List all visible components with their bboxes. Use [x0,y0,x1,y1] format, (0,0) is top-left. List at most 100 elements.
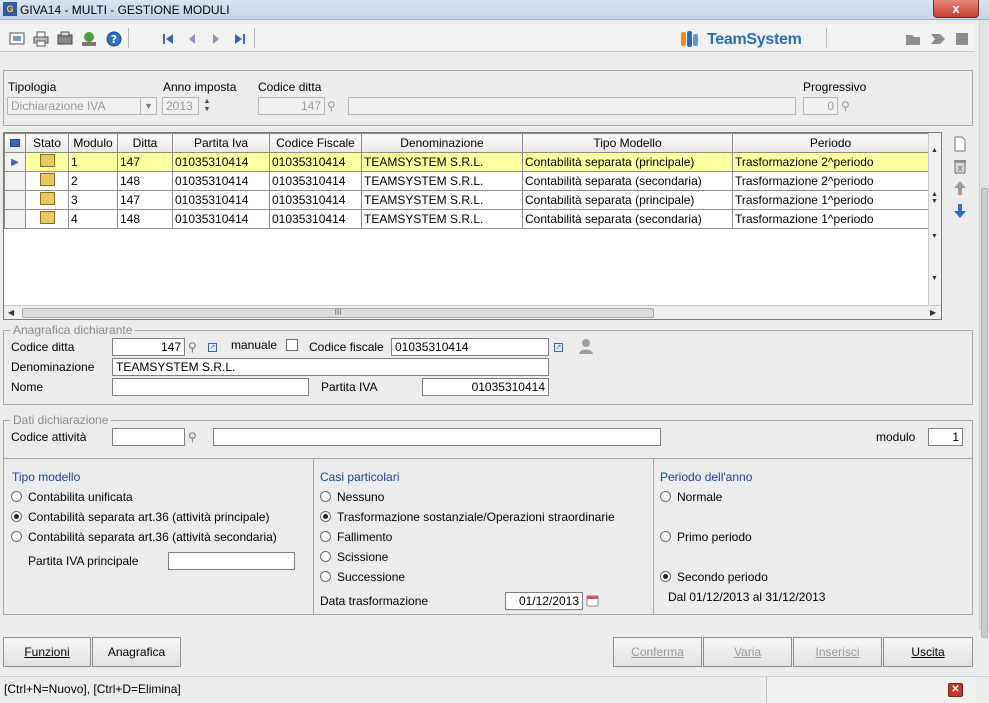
user-icon[interactable] [578,338,594,355]
progressivo-field[interactable]: 0 [803,97,838,115]
scroll-page-icon[interactable]: ▲ ▼ [931,191,938,205]
calendar-icon[interactable] [586,594,599,607]
preview-icon[interactable] [8,31,26,47]
column-header-tipo-modello[interactable]: Tipo Modello [522,133,733,153]
horizontal-scroll-thumb[interactable]: III [22,308,654,318]
manuale-checkbox[interactable] [286,339,298,351]
moduli-grid: Stato Modulo Ditta Partita Iva Codice Fi… [3,132,942,320]
scrollbar-thumb[interactable] [981,188,988,638]
radio-scissione[interactable] [320,551,331,562]
nome-label: Nome [11,380,44,394]
anagrafica-button[interactable]: Anagrafica [92,637,181,667]
search-icon[interactable]: ⚲ [188,430,197,444]
column-header-codice-fiscale[interactable]: Codice Fiscale [269,133,362,153]
column-header-ditta[interactable]: Ditta [117,133,173,153]
column-header-partita-iva[interactable]: Partita Iva [172,133,270,153]
table-header-row: Stato Modulo Ditta Partita Iva Codice Fi… [4,133,929,153]
scroll-up-icon[interactable]: ▲ [931,147,938,154]
denominazione-field[interactable]: TEAMSYSTEM S.R.L. [112,358,549,376]
anno-imposta-field[interactable]: 2013 [162,97,199,115]
modulo-field[interactable]: 1 [928,428,963,446]
row-header[interactable] [4,190,26,210]
uscita-button[interactable]: Uscita [883,637,973,667]
grid-menu-icon[interactable] [10,139,20,147]
data-trasformazione-field[interactable]: 01/12/2013 [505,592,583,610]
move-down-icon[interactable] [952,203,968,219]
export-icon[interactable] [80,31,98,47]
stop-icon[interactable] [953,31,971,47]
move-up-icon[interactable] [952,180,968,196]
help-icon[interactable]: ? [105,31,123,47]
varia-button[interactable]: Varia [703,637,792,667]
inserisci-button[interactable]: Inserisci [793,637,882,667]
table-row[interactable]: ▶ 1 147 01035310414 01035310414 TEAMSYST… [4,152,929,172]
codice-attivita-field[interactable] [112,428,185,446]
radio-contabilita-secondaria[interactable] [11,531,22,542]
new-document-icon[interactable] [952,136,968,152]
radio-successione[interactable] [320,571,331,582]
chevron-down-icon[interactable]: ▼ [140,98,156,114]
radio-contabilita-unificata[interactable] [11,491,22,502]
radio-secondo-periodo[interactable] [660,571,671,582]
print-setup-icon[interactable] [56,31,74,47]
forward-icon[interactable] [929,31,947,47]
column-header-modulo[interactable]: Modulo [68,133,118,153]
close-window-button[interactable]: x [933,0,979,18]
next-icon[interactable] [207,31,225,47]
partita-iva-cell: 01035310414 [172,209,270,229]
nome-field[interactable] [112,378,309,396]
uscita-label: Uscita [911,645,945,659]
periodo-cell: Trasformazione 1^periodo [732,190,929,210]
ragione-sociale-field[interactable] [348,97,796,115]
tipologia-select[interactable]: Dichiarazione IVA [7,97,157,115]
partita-iva-field[interactable]: 01035310414 [422,378,549,396]
column-header-denominazione[interactable]: Denominazione [361,133,523,153]
prev-icon[interactable] [183,31,201,47]
grid-horizontal-scrollbar[interactable]: ◀ III ▶ [4,305,941,319]
select-all-header[interactable] [4,133,26,153]
codice-ditta-field[interactable]: 147 [258,97,325,115]
funzioni-button[interactable]: Funzioni [3,637,91,667]
last-icon[interactable] [231,31,249,47]
row-header[interactable] [4,209,26,229]
scroll-end-icon[interactable]: ▼ [931,275,938,282]
folder-icon[interactable] [904,31,922,47]
anagrafica-codice-ditta-field[interactable]: 147 [112,338,185,356]
column-header-periodo[interactable]: Periodo [732,133,929,153]
table-row[interactable]: 4 148 01035310414 01035310414 TEAMSYSTEM… [4,209,929,229]
search-icon[interactable]: ⚲ [841,99,853,113]
scroll-down-icon[interactable]: ▼ [931,233,938,240]
scroll-left-icon[interactable]: ◀ [8,308,14,317]
descrizione-attivita-field[interactable] [213,428,661,446]
delete-icon[interactable]: x [952,158,968,174]
row-header[interactable] [4,171,26,191]
error-close-icon[interactable]: ✕ [948,683,963,697]
anno-spinner-icon[interactable]: ▲ ▼ [202,98,212,114]
tipo-modello-title: Tipo modello [12,470,81,484]
radio-normale[interactable] [660,491,671,502]
partita-iva-principale-field[interactable] [168,552,295,570]
search-icon[interactable]: ⚲ [188,340,197,354]
svg-text:?: ? [111,33,117,46]
column-header-stato[interactable]: Stato [25,133,69,153]
window-scrollbar[interactable] [979,20,989,638]
link-icon[interactable]: ↗ [554,343,563,352]
periodo-anno-title: Periodo dell'anno [660,470,753,484]
radio-trasformazione[interactable] [320,511,331,522]
codice-fiscale-field[interactable]: 01035310414 [391,338,549,356]
radio-fallimento[interactable] [320,531,331,542]
table-row[interactable]: 2 148 01035310414 01035310414 TEAMSYSTEM… [4,171,929,191]
first-icon[interactable] [159,31,177,47]
table-row[interactable]: 3 147 01035310414 01035310414 TEAMSYSTEM… [4,190,929,210]
print-icon[interactable] [32,31,50,47]
grid-vertical-scrollbar[interactable]: ▲ ▲ ▼ ▼ ▼ [928,133,941,305]
radio-contabilita-principale[interactable] [11,511,22,522]
radio-primo-periodo[interactable] [660,531,671,542]
brand-name: TeamSystem [707,31,802,48]
current-row-icon[interactable]: ▶ [4,152,26,172]
search-icon[interactable]: ⚲ [327,99,339,113]
radio-nessuno[interactable] [320,491,331,502]
link-icon[interactable]: ↗ [208,343,217,352]
scroll-right-icon[interactable]: ▶ [930,308,936,317]
conferma-button[interactable]: Conferma [613,637,702,667]
